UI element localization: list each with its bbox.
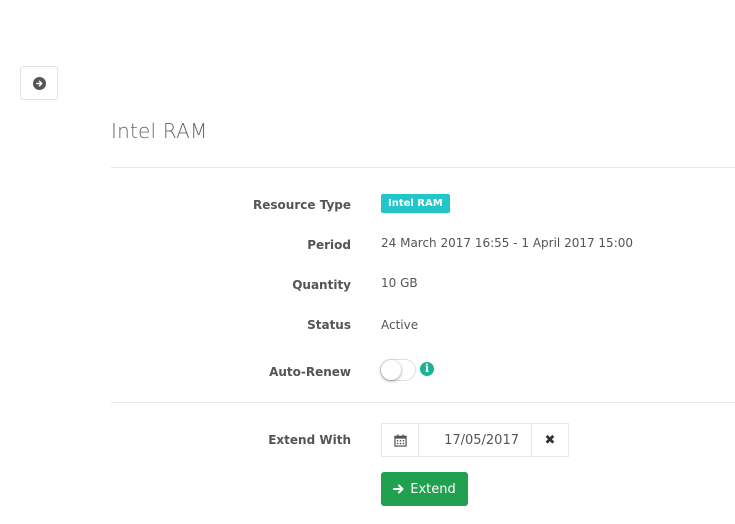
status-value: Active <box>381 318 419 332</box>
extend-button[interactable]: Extend <box>381 472 468 506</box>
resource-type-label: Resource Type <box>253 198 351 212</box>
extend-date-input[interactable] <box>419 424 531 456</box>
arrow-right-icon <box>393 483 405 495</box>
auto-renew-label: Auto-Renew <box>269 365 351 379</box>
circle-arrow-right-icon <box>32 76 46 90</box>
period-label: Period <box>307 238 351 252</box>
quantity-label: Quantity <box>292 278 351 292</box>
period-value: 24 March 2017 16:55 - 1 April 2017 15:00 <box>381 236 633 250</box>
quantity-value: 10 GB <box>381 276 418 290</box>
header-divider <box>111 167 735 168</box>
resource-type-badge: Intel RAM <box>381 194 450 213</box>
extend-date-picker[interactable]: ✖ <box>381 423 569 457</box>
page-title: Intel RAM <box>111 119 208 143</box>
extend-with-label: Extend With <box>268 433 351 447</box>
calendar-icon[interactable] <box>382 424 419 456</box>
status-label: Status <box>307 318 351 332</box>
info-circle-icon[interactable]: i <box>420 362 434 376</box>
extend-button-label: Extend <box>410 481 456 497</box>
back-button[interactable] <box>20 66 58 100</box>
times-icon[interactable]: ✖ <box>531 424 568 456</box>
auto-renew-toggle[interactable] <box>380 359 416 381</box>
toggle-knob <box>381 360 401 380</box>
extend-divider <box>111 402 735 403</box>
resource-detail-page: Intel RAM Resource Type Intel RAM Period… <box>0 0 735 524</box>
